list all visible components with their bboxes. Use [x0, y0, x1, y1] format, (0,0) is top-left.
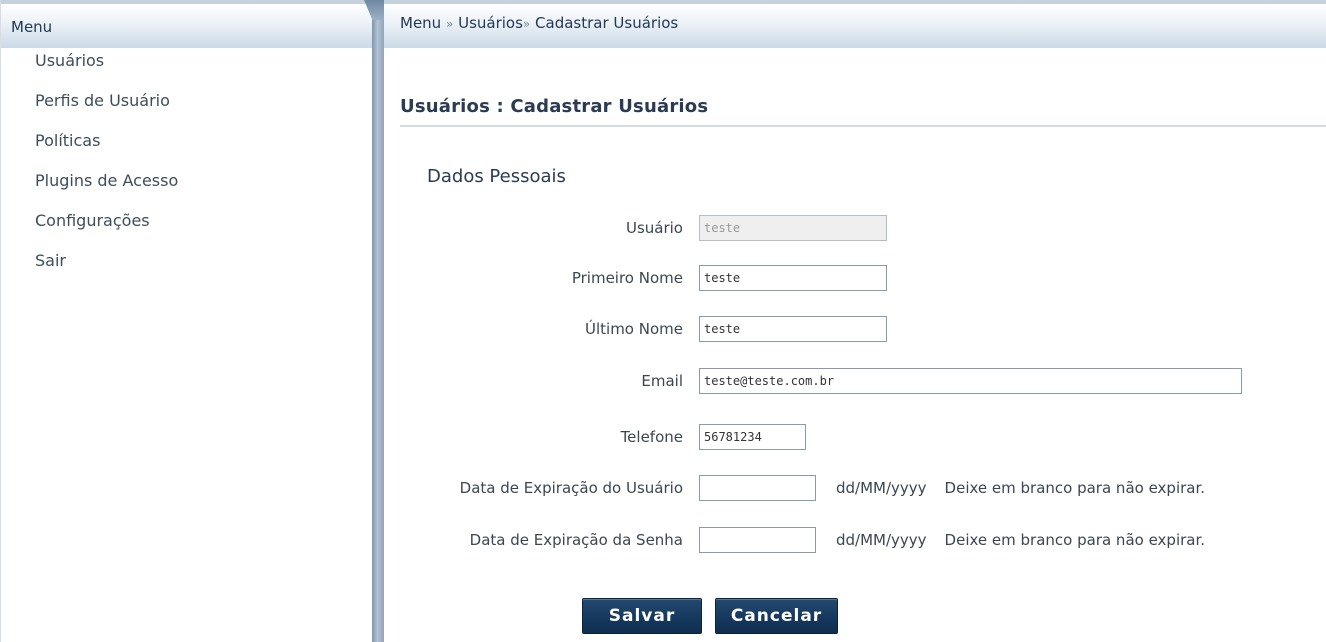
sidebar-item-politicas[interactable]: Políticas [1, 130, 373, 170]
page-title: Usuários : Cadastrar Usuários [400, 96, 1326, 127]
sidebar-item-sair[interactable]: Sair [1, 250, 373, 290]
breadcrumb-separator: » [522, 17, 531, 31]
save-button[interactable]: Salvar [582, 598, 702, 634]
sidebar-item-configuracoes[interactable]: Configurações [1, 210, 373, 250]
ultimo-nome-field[interactable] [699, 316, 887, 342]
expiracao-usuario-label: Data de Expiração do Usuário [459, 479, 683, 497]
breadcrumb-item-current: Cadastrar Usuários [535, 14, 679, 32]
breadcrumb-item-menu[interactable]: Menu [400, 14, 441, 32]
form-row-usuario: Usuário [384, 215, 887, 241]
date-format-hint: dd/MM/yyyy [836, 531, 927, 549]
form-row-email: Email [384, 368, 1242, 394]
expiracao-senha-label: Data de Expiração da Senha [469, 531, 683, 549]
sidebar-title: Menu [11, 18, 53, 36]
email-label: Email [641, 372, 683, 390]
no-expire-hint: Deixe em branco para não expirar. [944, 479, 1206, 497]
telefone-field[interactable] [699, 424, 806, 450]
date-format-hint: dd/MM/yyyy [836, 479, 927, 497]
form-row-primeiro-nome: Primeiro Nome [384, 265, 887, 291]
form-row-telefone: Telefone [384, 424, 806, 450]
main-content: Menu » Usuários» Cadastrar Usuários Usuá… [384, 0, 1326, 642]
usuario-label: Usuário [625, 219, 683, 237]
email-field[interactable] [699, 368, 1242, 394]
cancel-button[interactable]: Cancelar [715, 598, 838, 634]
sidebar-item-usuarios[interactable]: Usuários [1, 50, 373, 90]
breadcrumb-separator: » [445, 17, 454, 31]
sidebar-item-perfis-de-usuario[interactable]: Perfis de Usuário [1, 90, 373, 130]
telefone-label: Telefone [620, 428, 683, 446]
panel-splitter[interactable] [372, 0, 384, 642]
sidebar: Menu Usuários Perfis de Usuário Política… [0, 0, 373, 642]
ultimo-nome-label: Último Nome [585, 320, 683, 338]
primeiro-nome-field[interactable] [699, 265, 887, 291]
sidebar-menu: Usuários Perfis de Usuário Políticas Plu… [1, 50, 373, 290]
form-row-ultimo-nome: Último Nome [384, 316, 887, 342]
expiracao-senha-field[interactable] [699, 527, 816, 553]
form-row-expiracao-usuario: Data de Expiração do Usuário dd/MM/yyyy … [384, 475, 1205, 501]
breadcrumb-item-usuarios[interactable]: Usuários [458, 14, 523, 32]
usuario-field [699, 215, 887, 241]
expiracao-usuario-field[interactable] [699, 475, 816, 501]
form-row-expiracao-senha: Data de Expiração da Senha dd/MM/yyyy De… [384, 527, 1205, 553]
section-title: Dados Pessoais [427, 166, 566, 187]
primeiro-nome-label: Primeiro Nome [571, 269, 683, 287]
breadcrumb: Menu » Usuários» Cadastrar Usuários [384, 0, 1326, 48]
sidebar-item-plugins-de-acesso[interactable]: Plugins de Acesso [1, 170, 373, 210]
sidebar-header: Menu [1, 0, 373, 48]
no-expire-hint: Deixe em branco para não expirar. [944, 531, 1206, 549]
